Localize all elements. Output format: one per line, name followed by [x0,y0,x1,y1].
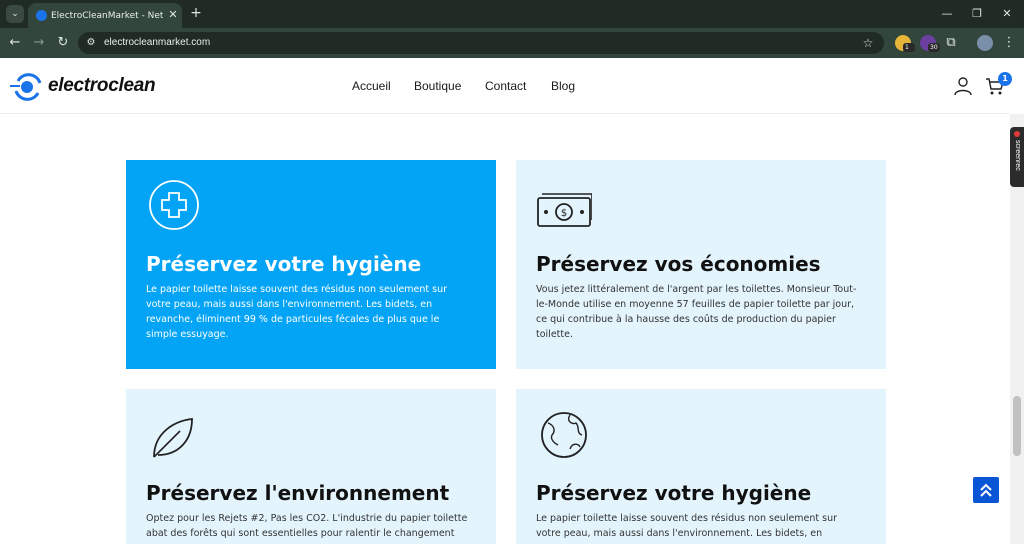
card-text-line: ce qui contribue à la hausse des coûts d… [536,314,836,325]
card-text-line: Vous jetez littéralement de l'argent par… [536,284,857,295]
screenrec-label: screenrec [1014,140,1021,171]
card-text-line: Optez pour les Rejets #2, Pas les CO2. L… [146,513,468,524]
card-title: Préservez l'environnement [146,481,450,505]
address-bar[interactable]: ⚙ electrocleanmarket.com ☆ [78,32,884,54]
record-dot-icon [1014,131,1020,137]
card-text: Vous jetez littéralement de l'argent par… [536,282,866,342]
svg-text:$: $ [561,208,567,219]
double-chevron-up-icon [980,483,992,497]
feature-card-hygiene-2: Préservez votre hygiène Le papier toilet… [516,389,886,544]
tab-close-icon[interactable]: ✕ [166,8,180,22]
tab-title: ElectroCleanMarket - Nettoyage [51,11,163,21]
extension-badge: 1 [903,43,915,52]
card-text-line: le-Monde utilise en moyenne 57 feuilles … [536,299,855,310]
new-tab-button[interactable]: + [188,5,204,21]
feature-card-economies: $ Préservez vos économies Vous jetez lit… [516,160,886,369]
card-text: Optez pour les Rejets #2, Pas les CO2. L… [146,511,476,541]
card-title: Préservez votre hygiène [146,252,422,276]
card-text: Le papier toilette laisse souvent des ré… [536,511,866,541]
scrollbar-thumb[interactable] [1013,396,1021,456]
browser-toolbar: ← → ↻ ⚙ electrocleanmarket.com ☆ 1 30 ⧉ … [0,28,1024,58]
extension-icon[interactable]: 1 [895,35,915,52]
card-title: Préservez votre hygiène [536,481,812,505]
card-text-line: votre peau, mais aussi dans l'environnem… [536,528,823,539]
reload-icon[interactable]: ↻ [54,34,72,52]
browser-menu-icon[interactable]: ⋮ [1000,34,1018,52]
card-text-line: Le papier toilette laisse souvent des ré… [536,513,838,524]
site-header: electroclean Accueil Boutique Contact Bl… [0,58,1012,114]
brand-name[interactable]: electroclean [48,74,156,98]
forward-icon[interactable]: → [30,34,48,52]
menu-link-boutique[interactable]: Boutique [414,77,461,95]
card-text: Le papier toilette laisse souvent des ré… [146,282,476,342]
bookmark-star-icon[interactable]: ☆ [860,35,876,51]
leaf-icon [153,417,193,458]
card-text-line: abat des forêts qui sont essentielles po… [146,528,455,539]
card-text-line: revanche, éliminent 99 % de particules f… [146,314,440,325]
extension-badge: 30 [928,43,940,52]
site-info-icon[interactable]: ⚙ [84,36,98,50]
tab-search-button[interactable]: ⌄ [6,5,24,23]
user-account-icon[interactable] [953,76,973,96]
extension-icon[interactable]: 30 [920,35,940,52]
profile-avatar[interactable] [977,35,993,51]
browser-tab[interactable]: ElectroCleanMarket - Nettoyage ✕ [28,3,182,28]
restore-icon[interactable]: ❐ [968,5,986,23]
card-text-line: toilette. [536,329,573,340]
feature-card-hygiene: Préservez votre hygiène Le papier toilet… [126,160,496,369]
close-window-icon[interactable]: ✕ [998,5,1016,23]
card-text-line: simple essuyage. [146,329,229,340]
extensions-puzzle-icon[interactable]: ⧉ [942,34,960,52]
medical-cross-icon [149,180,199,230]
browser-tab-bar: ⌄ ElectroCleanMarket - Nettoyage ✕ + — ❐… [0,0,1024,28]
menu-link-accueil[interactable]: Accueil [352,77,391,95]
banknote-icon: $ [537,193,592,227]
site-favicon-icon [36,10,47,21]
card-title: Préservez vos économies [536,252,821,276]
menu-link-blog[interactable]: Blog [551,77,575,95]
cart-count-badge: 1 [998,72,1012,86]
card-text-line: votre peau, mais aussi dans l'environnem… [146,299,433,310]
back-icon[interactable]: ← [6,34,24,52]
globe-icon [541,412,587,458]
url-text[interactable]: electrocleanmarket.com [104,36,210,50]
feature-card-environment: Préservez l'environnement Optez pour les… [126,389,496,544]
menu-link-contact[interactable]: Contact [485,77,526,95]
minimize-icon[interactable]: — [938,5,956,23]
card-text-line: Le papier toilette laisse souvent des ré… [146,284,448,295]
electroclean-logo-icon[interactable] [10,72,44,102]
screenrec-widget[interactable]: screenrec [1010,127,1024,187]
back-to-top-button[interactable] [973,477,999,503]
